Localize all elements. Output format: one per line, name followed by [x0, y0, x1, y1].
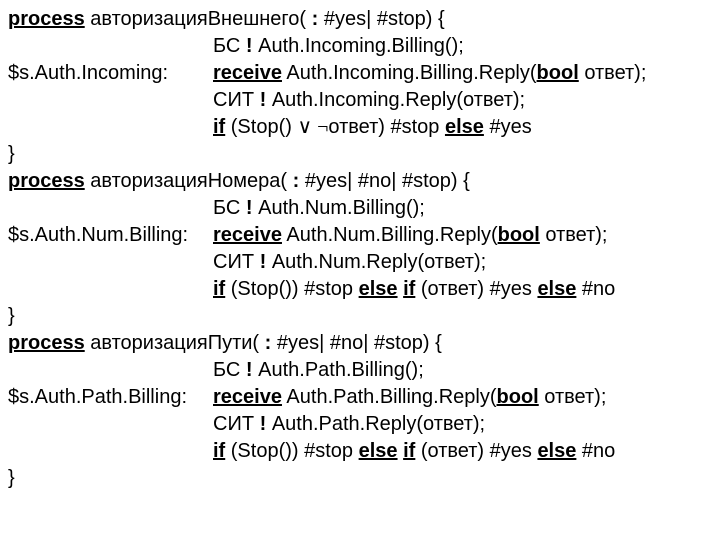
kw-else: else [359, 440, 398, 462]
p3-l4-a: (Stop()) #stop [225, 440, 358, 462]
p3-l1-post: Auth.Path.Billing(); [253, 359, 424, 381]
p1-l3-post: Auth.Incoming.Reply(ответ); [266, 89, 525, 111]
kw-else: else [537, 278, 576, 300]
kw-else: else [445, 116, 484, 138]
kw-process: process [8, 8, 85, 30]
p2-l4-d: #no [576, 278, 615, 300]
p3-label: $s.Auth.Path.Billing: [8, 384, 213, 411]
p1-l4-b: ответ) #stop [328, 116, 445, 138]
kw-receive: receive [213, 386, 282, 408]
kw-if: if [403, 440, 415, 462]
p1-l4-c: #yes [484, 116, 532, 138]
kw-else: else [359, 278, 398, 300]
p2-name-text: авторизацияНомера( [90, 170, 292, 192]
p3-l3-post: Auth.Path.Reply(ответ); [266, 413, 485, 435]
kw-receive: receive [213, 62, 282, 84]
p3-line4: if (Stop()) #stop else if (ответ) #yes e… [8, 438, 712, 465]
p2-l3-pre: СИТ [213, 251, 260, 273]
p1-name-text: авторизацияВнешнего( [90, 8, 311, 30]
p2-l4-a: (Stop()) #stop [225, 278, 358, 300]
p2-close: } [8, 303, 712, 330]
p2-l2-post: ответ); [540, 224, 608, 246]
kw-bool: bool [537, 62, 579, 84]
p3-header: process авторизацияПути( : #yes| #no| #s… [8, 330, 712, 357]
p3-line2: $s.Auth.Path.Billing:receive Auth.Path.B… [8, 384, 712, 411]
p3-l2-mid: Auth.Path.Billing.Reply( [282, 386, 497, 408]
p2-l1-post: Auth.Num.Billing(); [253, 197, 425, 219]
p1-line4: if (Stop() ∨ ¬ответ) #stop else #yes [8, 114, 712, 141]
bang-icon: ! [246, 197, 253, 219]
p2-label: $s.Auth.Num.Billing: [8, 222, 213, 249]
p3-l2-post: ответ); [539, 386, 607, 408]
p2-line1: БС ! Auth.Num.Billing(); [8, 195, 712, 222]
bang-icon: ! [246, 35, 253, 57]
kw-bool: bool [498, 224, 540, 246]
p3-l3-pre: СИТ [213, 413, 260, 435]
p1-l1-pre: БС [213, 35, 246, 57]
p3-line1: БС ! Auth.Path.Billing(); [8, 357, 712, 384]
code-page: process авторизацияВнешнего( : #yes| #st… [0, 0, 720, 500]
p3-line3: СИТ ! Auth.Path.Reply(ответ); [8, 411, 712, 438]
p2-line2: $s.Auth.Num.Billing:receive Auth.Num.Bil… [8, 222, 712, 249]
p1-label: $s.Auth.Incoming: [8, 60, 213, 87]
bang-icon: ! [246, 359, 253, 381]
kw-if: if [213, 116, 225, 138]
p2-line3: СИТ ! Auth.Num.Reply(ответ); [8, 249, 712, 276]
p1-l1-post: Auth.Incoming.Billing(); [253, 35, 464, 57]
p2-l1-pre: БС [213, 197, 246, 219]
p1-sig: #yes| #stop) { [318, 8, 444, 30]
p1-header: process авторизацияВнешнего( : #yes| #st… [8, 6, 712, 33]
kw-receive: receive [213, 224, 282, 246]
p1-l4-a: (Stop() [225, 116, 297, 138]
kw-bool: bool [497, 386, 539, 408]
kw-else: else [537, 440, 576, 462]
p2-header: process авторизацияНомера( : #yes| #no| … [8, 168, 712, 195]
kw-process: process [8, 170, 85, 192]
kw-if: if [213, 278, 225, 300]
p3-l4-c: (ответ) #yes [415, 440, 537, 462]
p3-name-text: авторизацияПути( [90, 332, 264, 354]
p2-line4: if (Stop()) #stop else if (ответ) #yes e… [8, 276, 712, 303]
p3-close: } [8, 465, 712, 492]
p3-sig: #yes| #no| #stop) { [271, 332, 442, 354]
kw-if: if [403, 278, 415, 300]
p3-l1-pre: БС [213, 359, 246, 381]
kw-if: if [213, 440, 225, 462]
kw-process: process [8, 332, 85, 354]
p3-l4-d: #no [576, 440, 615, 462]
p1-line2: $s.Auth.Incoming:receive Auth.Incoming.B… [8, 60, 712, 87]
p1-l3-pre: СИТ [213, 89, 260, 111]
or-not-icon: ∨ ¬ [297, 116, 328, 138]
p1-line1: БС ! Auth.Incoming.Billing(); [8, 33, 712, 60]
p1-close: } [8, 141, 712, 168]
p2-sig: #yes| #no| #stop) { [299, 170, 470, 192]
p2-l4-c: (ответ) #yes [415, 278, 537, 300]
p1-line3: СИТ ! Auth.Incoming.Reply(ответ); [8, 87, 712, 114]
p1-l2-mid: Auth.Incoming.Billing.Reply( [282, 62, 537, 84]
p2-l2-mid: Auth.Num.Billing.Reply( [282, 224, 498, 246]
p2-l3-post: Auth.Num.Reply(ответ); [266, 251, 486, 273]
p1-l2-post: ответ); [579, 62, 647, 84]
